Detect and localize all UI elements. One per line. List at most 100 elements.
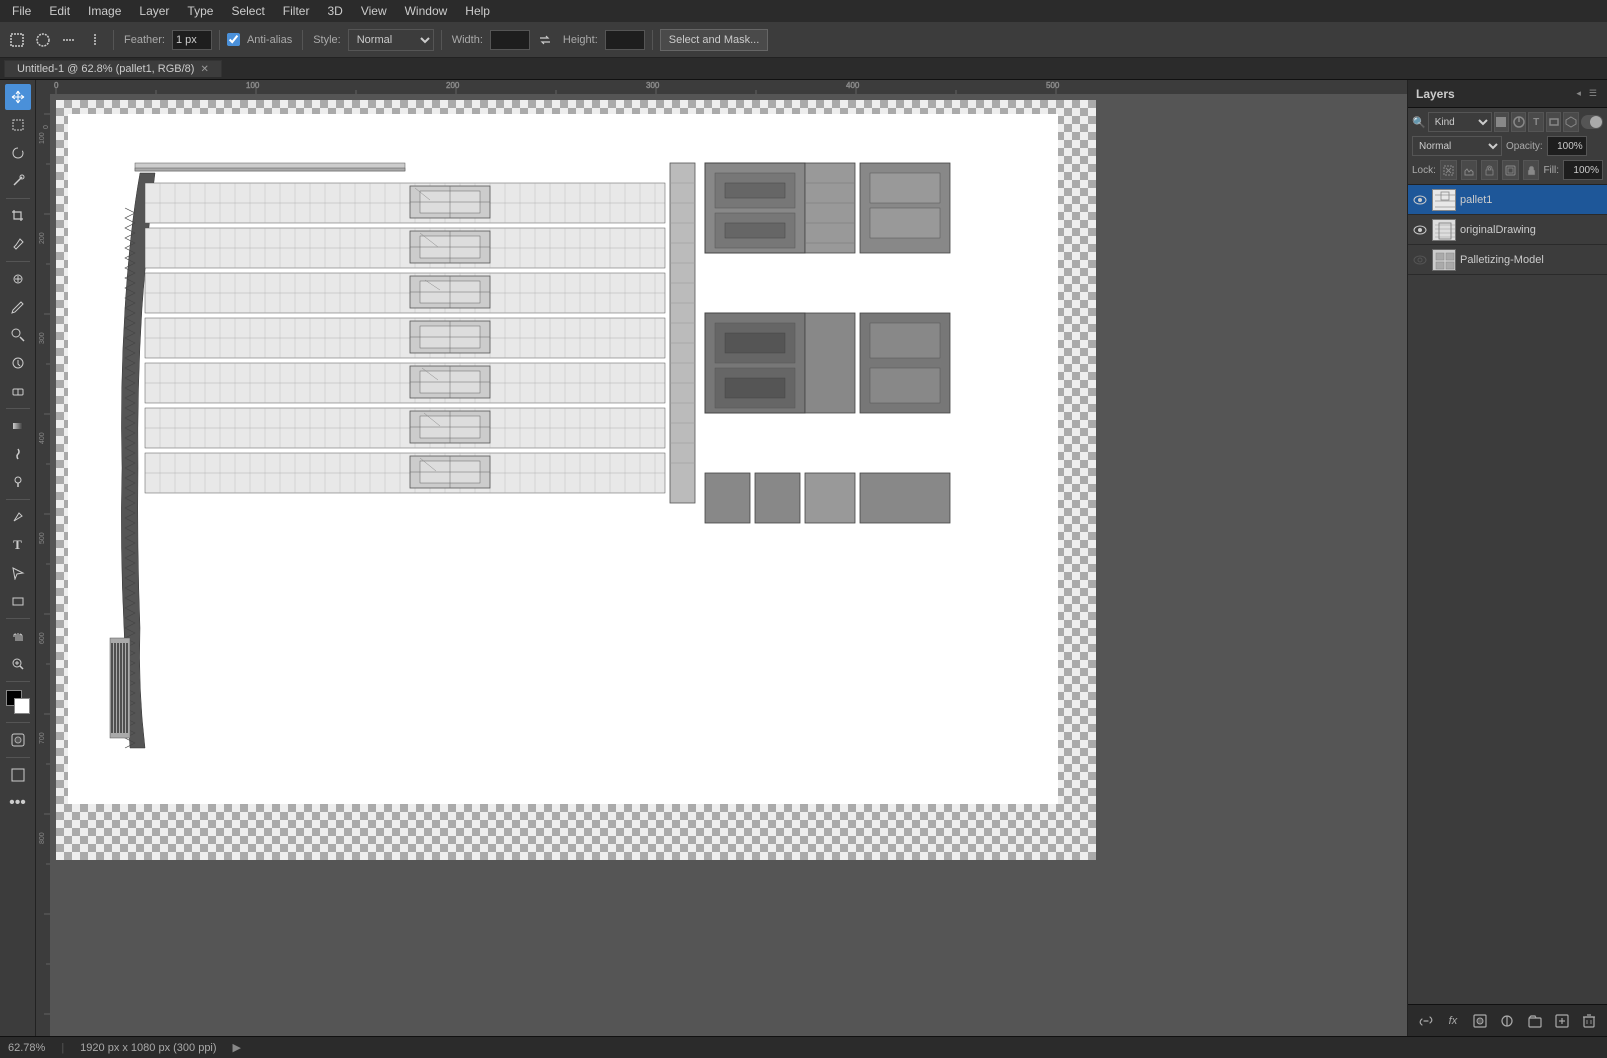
style-select[interactable]: Normal Fixed Ratio Fixed Size xyxy=(348,29,434,51)
menu-layer[interactable]: Layer xyxy=(131,2,177,20)
add-mask-btn[interactable] xyxy=(1470,1011,1490,1031)
screen-mode-btn[interactable] xyxy=(5,762,31,788)
type-tool-btn[interactable]: T xyxy=(5,532,31,558)
menu-type[interactable]: Type xyxy=(179,2,221,20)
lock-transparent-btn[interactable] xyxy=(1440,160,1457,180)
layer-thumb-pallet1 xyxy=(1432,189,1456,211)
path-select-tool-btn[interactable] xyxy=(5,560,31,586)
blur-tool-btn[interactable] xyxy=(5,441,31,467)
filter-toggle[interactable] xyxy=(1581,115,1603,129)
filter-shape-btn[interactable] xyxy=(1546,112,1561,132)
filter-adjust-btn[interactable] xyxy=(1511,112,1526,132)
filter-smart-btn[interactable] xyxy=(1563,112,1578,132)
layer-eye-palletizing-model[interactable] xyxy=(1412,252,1428,268)
blend-mode-select[interactable]: Normal Dissolve Multiply Screen Overlay xyxy=(1412,136,1502,156)
layer-item-originaldrawing[interactable]: originalDrawing xyxy=(1408,215,1607,245)
ellipse-select-icon[interactable] xyxy=(32,29,54,51)
color-swatch[interactable] xyxy=(6,690,30,714)
layers-panel-menu-btn[interactable]: ☰ xyxy=(1587,86,1599,101)
history-tool-btn[interactable] xyxy=(5,350,31,376)
filter-pixel-btn[interactable] xyxy=(1494,112,1509,132)
healing-tool-btn[interactable] xyxy=(5,266,31,292)
antiAlias-label: Anti-alias xyxy=(244,34,295,46)
filter-type-btn[interactable]: T xyxy=(1528,112,1543,132)
svg-text:100: 100 xyxy=(246,81,260,90)
status-arrow[interactable]: ▶ xyxy=(233,1041,241,1054)
add-adjustment-btn[interactable] xyxy=(1497,1011,1517,1031)
clone-tool-btn[interactable] xyxy=(5,322,31,348)
ruler-horizontal: 0 100 200 300 400 500 xyxy=(36,80,1407,94)
search-icon: 🔍 xyxy=(1412,116,1426,129)
menu-select[interactable]: Select xyxy=(223,2,272,20)
menu-help[interactable]: Help xyxy=(457,2,498,20)
magic-wand-tool-btn[interactable] xyxy=(5,168,31,194)
add-group-btn[interactable] xyxy=(1525,1011,1545,1031)
quick-mask-btn[interactable] xyxy=(5,727,31,753)
add-fx-btn[interactable]: fx xyxy=(1443,1011,1463,1031)
bg-color-swatch[interactable] xyxy=(14,698,30,714)
layer-item-pallet1[interactable]: pallet1 xyxy=(1408,185,1607,215)
svg-text:200: 200 xyxy=(39,232,46,244)
single-row-icon[interactable] xyxy=(58,29,80,51)
menu-file[interactable]: File xyxy=(4,2,39,20)
brush-tool-btn[interactable] xyxy=(5,294,31,320)
delete-layer-btn[interactable] xyxy=(1579,1011,1599,1031)
menu-filter[interactable]: Filter xyxy=(275,2,318,20)
add-layer-btn[interactable] xyxy=(1552,1011,1572,1031)
crop-tool-btn[interactable] xyxy=(5,203,31,229)
lock-image-btn[interactable] xyxy=(1461,160,1478,180)
svg-text:300: 300 xyxy=(39,332,46,344)
opacity-input[interactable] xyxy=(1547,136,1587,156)
zoom-level: 62.78% xyxy=(8,1042,45,1054)
layer-item-palletizing-model[interactable]: Palletizing-Model xyxy=(1408,245,1607,275)
layers-panel-collapse-btn[interactable]: ◂ xyxy=(1574,86,1583,101)
layer-name-originaldrawing: originalDrawing xyxy=(1460,224,1603,236)
dodge-tool-btn[interactable] xyxy=(5,469,31,495)
lock-position-btn[interactable] xyxy=(1481,160,1498,180)
document-dimensions: 1920 px x 1080 px (300 ppi) xyxy=(80,1042,216,1054)
feather-input[interactable] xyxy=(172,30,212,50)
menu-window[interactable]: Window xyxy=(397,2,456,20)
zoom-tool-btn[interactable] xyxy=(5,651,31,677)
layer-name-pallet1: pallet1 xyxy=(1460,194,1603,206)
menu-view[interactable]: View xyxy=(353,2,395,20)
fill-input[interactable] xyxy=(1563,160,1603,180)
pen-tool-btn[interactable] xyxy=(5,504,31,530)
shape-tool-btn[interactable] xyxy=(5,588,31,614)
menu-image[interactable]: Image xyxy=(80,2,129,20)
more-tools-btn[interactable]: ••• xyxy=(5,790,31,816)
layer-eye-pallet1[interactable] xyxy=(1412,192,1428,208)
svg-text:700: 700 xyxy=(39,732,46,744)
menu-edit[interactable]: Edit xyxy=(41,2,78,20)
menu-3d[interactable]: 3D xyxy=(319,2,350,20)
height-input[interactable] xyxy=(605,30,645,50)
add-link-btn[interactable] xyxy=(1416,1011,1436,1031)
lock-all-btn[interactable] xyxy=(1523,160,1540,180)
move-tool-btn[interactable] xyxy=(5,84,31,110)
lock-artboard-btn[interactable] xyxy=(1502,160,1519,180)
doc-tab-close[interactable]: ✕ xyxy=(200,64,208,75)
doc-tab-active[interactable]: Untitled-1 @ 62.8% (pallet1, RGB/8) ✕ xyxy=(4,60,222,77)
menu-bar: File Edit Image Layer Type Select Filter… xyxy=(0,0,1607,22)
rect-select-icon[interactable] xyxy=(6,29,28,51)
antiAlias-checkbox[interactable] xyxy=(227,33,240,46)
single-col-icon[interactable] xyxy=(84,29,106,51)
marquee-tool-btn[interactable] xyxy=(5,112,31,138)
gradient-tool-btn[interactable] xyxy=(5,413,31,439)
sep5 xyxy=(652,30,653,50)
layers-kind-filter[interactable]: Kind Name Effect Mode Attribute Color xyxy=(1428,112,1492,132)
layers-toolbar: 🔍 Kind Name Effect Mode Attribute Color xyxy=(1408,108,1607,185)
hand-tool-btn[interactable] xyxy=(5,623,31,649)
swap-icon[interactable] xyxy=(534,29,556,51)
width-input[interactable] xyxy=(490,30,530,50)
svg-text:300: 300 xyxy=(646,81,660,90)
lock-label: Lock: xyxy=(1412,165,1436,176)
lasso-tool-btn[interactable] xyxy=(5,140,31,166)
select-mask-button[interactable]: Select and Mask... xyxy=(660,29,769,51)
layer-eye-originaldrawing[interactable] xyxy=(1412,222,1428,238)
canvas-area[interactable]: 0 100 200 300 400 500 xyxy=(36,80,1407,1036)
layers-panel-header: Layers ◂ ☰ xyxy=(1408,80,1607,108)
eraser-tool-btn[interactable] xyxy=(5,378,31,404)
tool-sep-3 xyxy=(6,408,30,409)
eyedropper-tool-btn[interactable] xyxy=(5,231,31,257)
